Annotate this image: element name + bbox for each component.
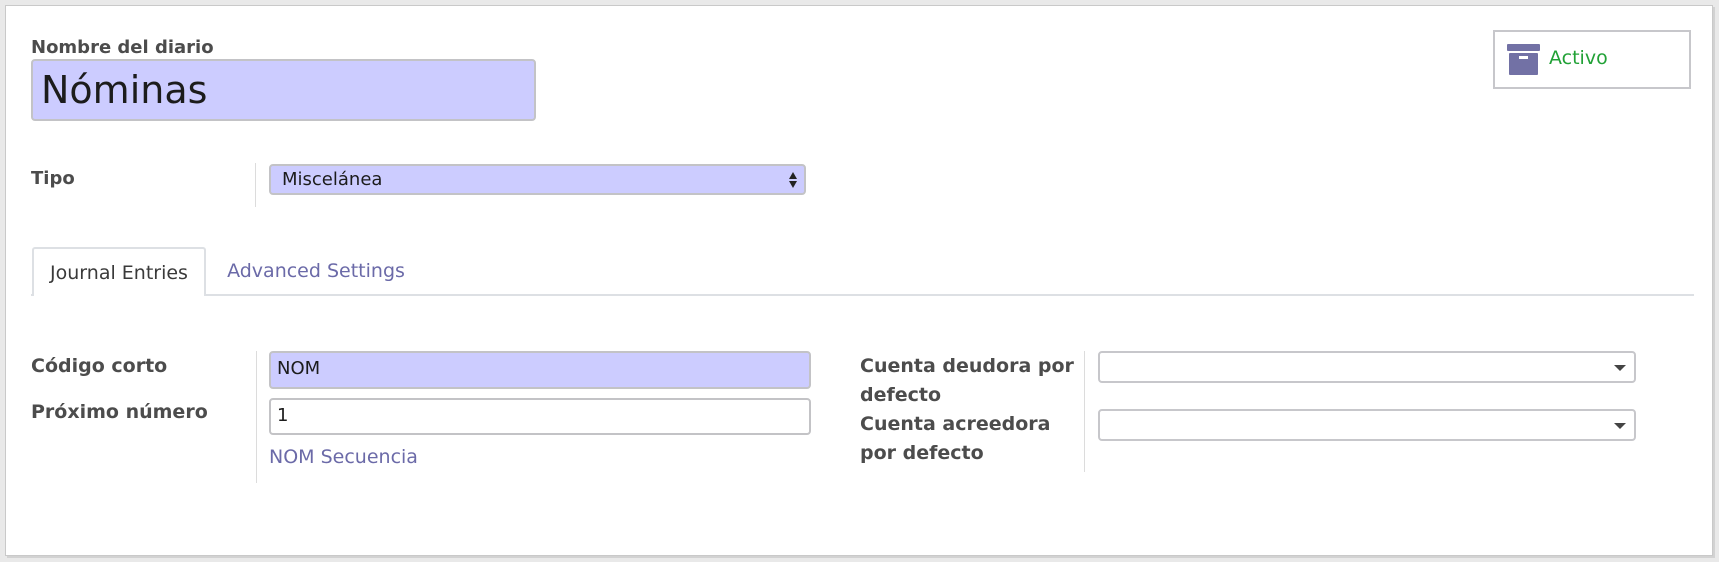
short-code-label: Código corto [31, 355, 168, 377]
updown-arrows-icon [789, 172, 797, 188]
field-separator [256, 351, 257, 483]
type-label: Tipo [31, 168, 75, 189]
journal-name-label: Nombre del diario [31, 37, 214, 58]
default-credit-account-label: Cuenta acreedora por defecto [860, 413, 1051, 464]
archive-icon [1507, 44, 1540, 75]
sequence-link[interactable]: NOM Secuencia [269, 443, 418, 472]
next-number-input[interactable]: 1 [269, 398, 811, 435]
tab-journal-entries[interactable]: Journal Entries [32, 247, 206, 296]
type-select[interactable]: Miscelánea [269, 164, 806, 195]
tab-advanced-settings[interactable]: Advanced Settings [206, 247, 426, 294]
active-status-label: Activo [1549, 47, 1608, 69]
default-debit-account-label: Cuenta deudora por defecto [860, 355, 1074, 406]
default-credit-account-select[interactable] [1098, 409, 1636, 441]
caret-down-icon[interactable] [1614, 423, 1626, 429]
tab-bar [31, 294, 1694, 296]
journal-name-input[interactable]: Nóminas [31, 59, 536, 121]
default-debit-account-select[interactable] [1098, 351, 1636, 383]
field-separator [255, 163, 256, 207]
field-separator [1084, 351, 1085, 472]
short-code-input[interactable]: NOM [269, 351, 811, 389]
next-number-label: Próximo número [31, 401, 208, 423]
form-sheet: Nombre del diario Nóminas Activo Tipo Mi… [5, 5, 1713, 556]
active-toggle-button[interactable]: Activo [1493, 30, 1691, 89]
caret-down-icon[interactable] [1614, 365, 1626, 371]
type-select-value: Miscelánea [282, 169, 383, 190]
